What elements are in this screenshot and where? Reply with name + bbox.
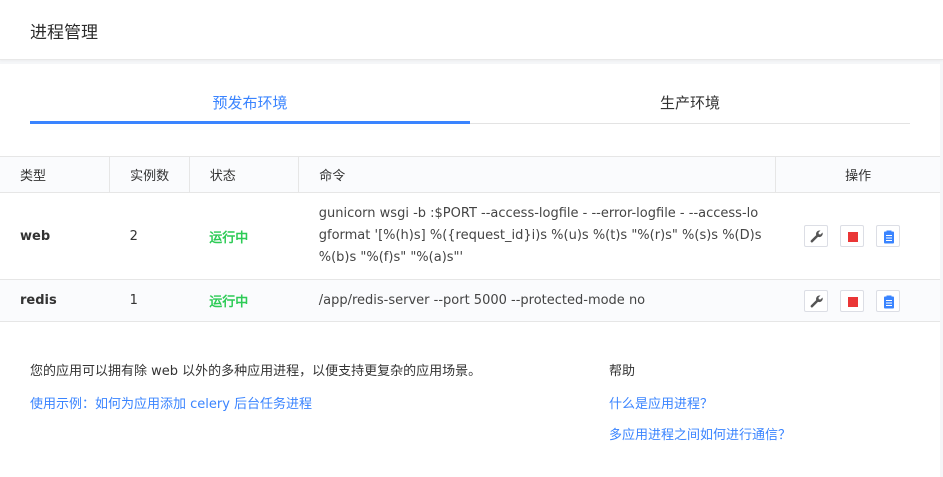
log-button[interactable]	[876, 225, 900, 247]
config-button[interactable]	[803, 225, 828, 247]
header-command: 命令	[298, 156, 776, 193]
tab-staging[interactable]: 预发布环境	[30, 86, 470, 124]
process-card: 预发布环境 生产环境 类型 实例数 状态 命令 操作 web 2 运行中 gun…	[0, 64, 940, 477]
instance-count: 2	[109, 192, 190, 280]
status-badge: 运行中	[189, 192, 299, 280]
tab-production[interactable]: 生产环境	[470, 86, 910, 124]
stop-button[interactable]	[839, 289, 864, 312]
help-title: 帮助	[609, 364, 636, 379]
row-actions	[775, 279, 940, 322]
env-tabs: 预发布环境 生产环境	[30, 86, 910, 124]
stop-button[interactable]	[839, 225, 864, 247]
header-actions: 操作	[775, 156, 940, 193]
clipboard-icon	[884, 295, 894, 308]
process-type: redis	[0, 279, 110, 322]
row-actions	[775, 192, 940, 280]
wrench-icon	[810, 230, 823, 243]
stop-icon	[847, 232, 858, 242]
help-section: 帮助 什么是应用进程？ 多应用进程之间如何进行通信？	[609, 360, 791, 455]
config-button[interactable]	[803, 289, 828, 312]
help-link-process-communication[interactable]: 多应用进程之间如何进行通信？	[609, 424, 791, 443]
intro-text: 您的应用可以拥有除 web 以外的多种应用进程，以便支持更复杂的应用场景。	[30, 364, 482, 379]
wrench-icon	[810, 294, 823, 308]
example-link[interactable]: 使用示例：如何为应用添加 celery 后台任务进程	[30, 393, 481, 412]
status-badge: 运行中	[189, 279, 299, 322]
header-type: 类型	[0, 156, 110, 193]
page-title: 进程管理	[30, 23, 98, 43]
page-header: 进程管理	[0, 0, 943, 60]
process-command: gunicorn wsgi -b :$PORT --access-logfile…	[298, 192, 776, 280]
instance-count: 1	[109, 279, 190, 322]
table-row: web 2 运行中 gunicorn wsgi -b :$PORT --acce…	[0, 192, 940, 280]
header-instances: 实例数	[109, 156, 190, 193]
log-button[interactable]	[876, 289, 900, 312]
process-command: /app/redis-server --port 5000 --protecte…	[298, 279, 776, 322]
footer-intro-section: 您的应用可以拥有除 web 以外的多种应用进程，以便支持更复杂的应用场景。 使用…	[30, 360, 481, 412]
process-table: 类型 实例数 状态 命令 操作 web 2 运行中 gunicorn wsgi …	[0, 156, 940, 322]
clipboard-icon	[884, 230, 894, 244]
stop-icon	[847, 296, 858, 307]
table-header-row: 类型 实例数 状态 命令 操作	[0, 156, 940, 193]
table-row: redis 1 运行中 /app/redis-server --port 500…	[0, 279, 940, 322]
process-type: web	[0, 192, 110, 280]
header-status: 状态	[188, 156, 299, 193]
help-link-what-is-process[interactable]: 什么是应用进程？	[609, 393, 791, 412]
